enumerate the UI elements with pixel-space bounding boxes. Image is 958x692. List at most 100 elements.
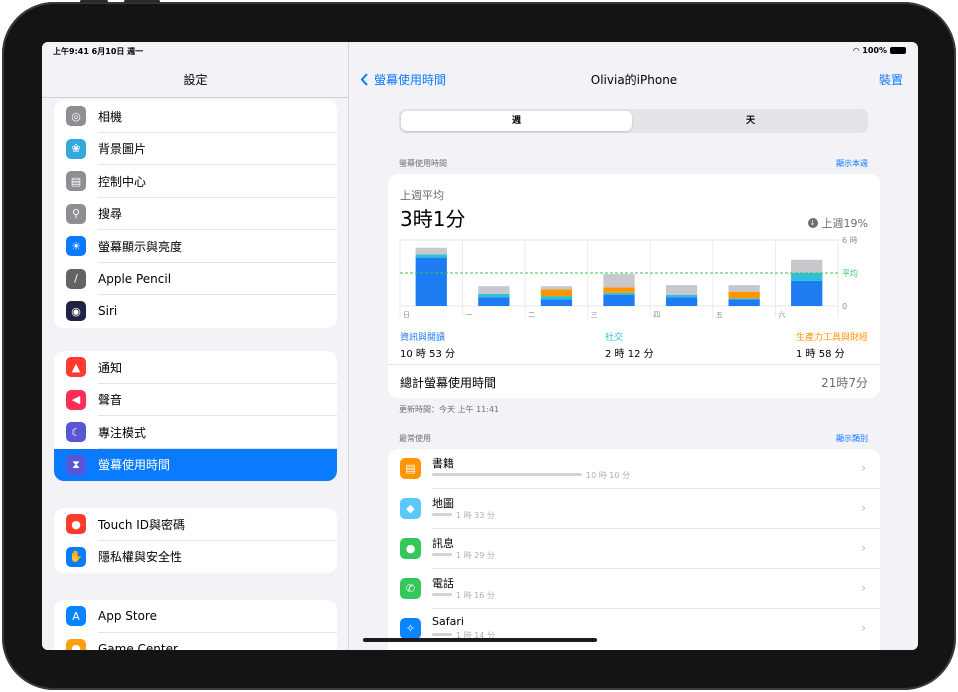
sidebar-item-label: App Store bbox=[98, 609, 157, 624]
updated-time: 更新時間：今天 上午 11:41 bbox=[399, 405, 500, 414]
chart-bar-segment bbox=[415, 257, 447, 306]
app-name: 電話 bbox=[432, 577, 454, 590]
settings-group-attention: ▲ 通知 ◀ 聲音 ☾ 專注模式 ⧗ 螢幕使用時間 bbox=[54, 351, 337, 481]
status-right: ◠ 100% bbox=[853, 46, 906, 55]
chevron-right-icon: › bbox=[861, 581, 866, 595]
search-icon: ⚲ bbox=[66, 203, 86, 224]
most-used-list: ▤ 書籍 10 時 10 分 › ◆ 地圖 1 時 33 分 › ● 訊息 1 時 29 分 › ✆ 電話… bbox=[388, 449, 880, 650]
sidebar-item-label: 通知 bbox=[98, 360, 123, 375]
chevron-right-icon: › bbox=[861, 541, 866, 555]
chart-y-zero-label: 0 bbox=[842, 302, 847, 311]
sidebar-item-brightness[interactable]: ☀ 螢幕顯示與亮度 bbox=[54, 230, 337, 263]
devices-button[interactable]: 裝置 bbox=[879, 71, 903, 88]
app-usage-row[interactable]: ◆ 地圖 1 時 33 分 › bbox=[388, 489, 880, 529]
status-time-date: 上午9:41 6月10日 週一 bbox=[53, 47, 144, 56]
sidebar-item-label: 背景圖片 bbox=[98, 142, 147, 157]
show-this-week-link[interactable]: 顯示本週 bbox=[836, 158, 868, 169]
chart-bar-segment bbox=[791, 273, 823, 281]
chart-bar-segment bbox=[478, 297, 510, 306]
total-screen-time-value: 21時7分 bbox=[821, 376, 868, 390]
chevron-right-icon: › bbox=[861, 621, 866, 635]
sidebar-item-control-center[interactable]: ▤ 控制中心 bbox=[54, 165, 337, 198]
category-time: 10 時 53 分 bbox=[400, 349, 455, 360]
chevron-right-icon: › bbox=[861, 461, 866, 475]
sound-icon: ◀ bbox=[66, 389, 86, 410]
pencil-icon: / bbox=[66, 268, 86, 289]
app-name: 訊息 bbox=[432, 537, 454, 550]
app-usage-row[interactable]: ● 訊息 1 時 29 分 › bbox=[388, 529, 880, 569]
app-usage-row[interactable]: ✧ Safari 1 時 14 分 › bbox=[388, 609, 880, 649]
chart-bar-segment bbox=[415, 247, 447, 255]
category-name: 生產力工具與財經 bbox=[795, 333, 868, 343]
app-usage-bar bbox=[432, 473, 582, 476]
siri-icon: ◉ bbox=[66, 301, 86, 322]
settings-group-services: A App Store ● Game Center bbox=[54, 600, 337, 650]
sidebar-item-sound[interactable]: ◀ 聲音 bbox=[54, 384, 337, 416]
chart-bar-segment bbox=[540, 296, 573, 300]
notifications-icon: ▲ bbox=[66, 357, 86, 378]
sidebar-item-label: 隱私權與安全性 bbox=[98, 550, 183, 565]
sidebar-item-wallpaper[interactable]: ❀ 背景圖片 bbox=[54, 133, 337, 165]
settings-sidebar: 上午9:41 6月10日 週一 設定 ◎ 相機 ❀ 背景圖片 ▤ 控制中心 ⚲ 搜尋 ☀ 螢幕顯示… bbox=[42, 42, 349, 650]
hourglass-icon: ⧗ bbox=[66, 454, 86, 475]
segment-week[interactable]: 週 bbox=[401, 111, 632, 131]
most-used-header: 最常使用 bbox=[399, 434, 431, 443]
app-name: 地圖 bbox=[432, 497, 454, 510]
sidebar-item-pencil[interactable]: / Apple Pencil bbox=[54, 263, 337, 295]
chart-bar-segment bbox=[603, 295, 635, 306]
chart-x-tick-label: 六 bbox=[778, 310, 785, 319]
segment-day[interactable]: 天 bbox=[635, 111, 866, 131]
app-usage-bar bbox=[432, 553, 452, 556]
show-categories-link[interactable]: 顯示類別 bbox=[836, 433, 868, 444]
app-usage-row[interactable]: ▤ 書籍 10 時 10 分 › bbox=[388, 449, 880, 489]
chart-bar-segment bbox=[603, 292, 635, 295]
sidebar-item-hand[interactable]: ✋ 隱私權與安全性 bbox=[54, 541, 337, 574]
sidebar-item-focus-moon[interactable]: ☾ 專注模式 bbox=[54, 416, 337, 449]
sidebar-item-game-center[interactable]: ● Game Center bbox=[54, 633, 337, 650]
volume-button bbox=[80, 0, 108, 3]
sidebar-item-siri[interactable]: ◉ Siri bbox=[54, 295, 337, 328]
sidebar-item-label: 搜尋 bbox=[98, 207, 123, 222]
messages-icon: ● bbox=[400, 538, 421, 559]
screen-time-detail: ◠ 100% 螢幕使用時間 Olivia的iPhone 裝置 週 天 螢幕使用時… bbox=[350, 42, 918, 650]
chart-y-max-label: 6 時 bbox=[842, 236, 858, 245]
battery-percent: 100% bbox=[862, 46, 887, 55]
category-name: 資訊與閱讀 bbox=[400, 333, 446, 343]
sidebar-item-notifications[interactable]: ▲ 通知 bbox=[54, 351, 337, 384]
chart-bar-segment bbox=[665, 297, 698, 306]
app-usage-row[interactable]: ✆ 電話 1 時 16 分 › bbox=[388, 569, 880, 609]
chart-bar-segment bbox=[478, 293, 510, 298]
sidebar-item-camera[interactable]: ◎ 相機 bbox=[54, 100, 337, 133]
app-store-icon: A bbox=[66, 606, 86, 627]
sidebar-item-label: 控制中心 bbox=[98, 174, 147, 189]
sidebar-item-hourglass[interactable]: ⧗ 螢幕使用時間 bbox=[54, 448, 337, 481]
sidebar-item-search[interactable]: ⚲ 搜尋 bbox=[54, 198, 337, 230]
chart-bar-segment bbox=[728, 285, 760, 292]
sidebar-item-label: Game Center bbox=[98, 641, 178, 650]
screen-time-card: 上週平均 3時1分 ↓ 上週19% 日 一 二 三 四 五 六 平均 6 時 0 資訊與閱讀 10 … bbox=[388, 174, 880, 398]
app-usage-time: 1 時 16 分 bbox=[456, 591, 495, 600]
settings-group-general: ◎ 相機 ❀ 背景圖片 ▤ 控制中心 ⚲ 搜尋 ☀ 螢幕顯示與亮度 / Apple Pencil ◉ Si… bbox=[54, 100, 337, 328]
chart-x-tick-label: 日 bbox=[403, 311, 410, 319]
category-time: 2 時 12 分 bbox=[605, 349, 654, 360]
app-usage-time: 10 時 10 分 bbox=[586, 471, 630, 480]
settings-group-security: ● Touch ID與密碼 ✋ 隱私權與安全性 bbox=[54, 508, 337, 573]
app-usage-bar bbox=[432, 633, 452, 636]
chart-bar-segment bbox=[603, 274, 635, 288]
sidebar-title: 設定 bbox=[183, 73, 208, 87]
sidebar-item-app-store[interactable]: A App Store bbox=[54, 600, 337, 633]
ipad-screen: 上午9:41 6月10日 週一 設定 ◎ 相機 ❀ 背景圖片 ▤ 控制中心 ⚲ 搜尋 ☀ 螢幕顯示… bbox=[42, 42, 918, 650]
home-indicator[interactable] bbox=[363, 638, 597, 642]
app-name: Safari bbox=[432, 615, 464, 628]
sidebar-item-fingerprint-lock[interactable]: ● Touch ID與密碼 bbox=[54, 508, 337, 541]
chart-bar-segment bbox=[415, 254, 447, 258]
sidebar-item-label: 專注模式 bbox=[98, 425, 147, 440]
chevron-right-icon: › bbox=[861, 501, 866, 515]
total-screen-time-label: 總計螢幕使用時間 bbox=[400, 376, 497, 390]
category-time: 1 時 58 分 bbox=[795, 349, 845, 360]
fingerprint-lock-icon: ● bbox=[66, 514, 86, 535]
last-week-average-label: 上週平均 bbox=[400, 189, 444, 202]
chart-bar-segment bbox=[791, 259, 823, 273]
app-usage-time: 1 時 29 分 bbox=[456, 551, 495, 560]
wifi-icon: ◠ bbox=[853, 46, 860, 55]
